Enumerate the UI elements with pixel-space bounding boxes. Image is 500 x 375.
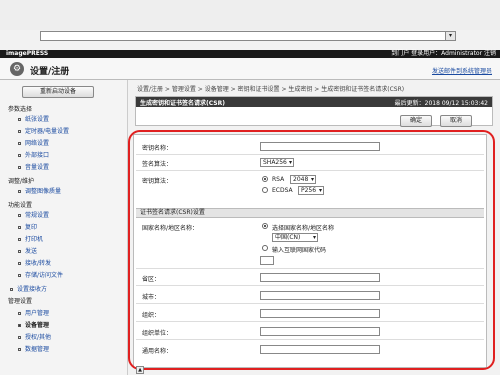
sidebar-item-users[interactable]: 用户管理 [18, 308, 49, 317]
wrench-icon: ⚙ [10, 62, 24, 76]
page-header: ⚙ 设置/注册 发送邮件到系统管理员 [0, 58, 500, 80]
address-bar[interactable] [40, 31, 456, 41]
sidebar-item-data[interactable]: 数据管理 [18, 344, 49, 353]
sidebar-item-volume[interactable]: 音量设置 [18, 162, 49, 171]
bullet-icon [18, 190, 21, 193]
sidebar-item-general[interactable]: 常规设置 [18, 210, 49, 219]
panel-header: 生成密钥和证书签名请求(CSR) 最后更新：2018 09/12 15:03:4… [136, 97, 492, 107]
ok-button[interactable]: 确定 [400, 115, 432, 127]
sidebar-item-destination[interactable]: 设置接收方 [10, 284, 47, 293]
sidebar-section-preferences: 参数选择 [8, 106, 33, 113]
sidebar-item-network[interactable]: 网络设置 [18, 138, 49, 147]
bullet-icon [18, 324, 21, 327]
sidebar-item-timer[interactable]: 定时器/电量设置 [18, 126, 69, 135]
sidebar-item-license[interactable]: 授权/其他 [18, 332, 51, 341]
portal-link[interactable]: 到门户 [391, 50, 409, 57]
sidebar-section-adjust: 调整/维护 [8, 178, 35, 185]
bullet-icon [18, 250, 21, 253]
cancel-button[interactable]: 取消 [440, 115, 472, 127]
panel-title: 生成密钥和证书签名请求(CSR) [140, 100, 225, 107]
sidebar-section-function: 功能设置 [8, 202, 33, 209]
user-label: 登录用户：Administrator [411, 50, 483, 57]
bullet-icon [18, 214, 21, 217]
sidebar-item-send[interactable]: 发送 [18, 246, 37, 255]
bullet-icon [18, 262, 21, 265]
last-updated: 最后更新：2018 09/12 15:03:42 [394, 100, 488, 107]
mail-admin-link[interactable]: 发送邮件到系统管理员 [432, 66, 492, 75]
bullet-icon [18, 348, 21, 351]
sidebar-item-receive[interactable]: 接收/转发 [18, 258, 51, 267]
bullet-icon [18, 154, 21, 157]
sidebar-item-storage[interactable]: 存储/访问文件 [18, 270, 63, 279]
page-top-icon[interactable]: ▲ [136, 366, 144, 374]
bullet-icon [18, 142, 21, 145]
sidebar-item-image-quality[interactable]: 调整图像质量 [18, 186, 61, 195]
browser-chrome [0, 0, 500, 30]
bullet-icon [10, 288, 13, 291]
breadcrumb: 设置/注册 > 管理设置 > 设备管理 > 密钥和证书设置 > 生成密钥 > 生… [137, 86, 405, 93]
bullet-icon [18, 130, 21, 133]
highlight-outline [128, 130, 495, 370]
brand-logo: imagePRESS [6, 50, 49, 57]
bullet-icon [18, 336, 21, 339]
bullet-icon [18, 118, 21, 121]
bullet-icon [18, 238, 21, 241]
address-dropdown-button[interactable]: ▾ [445, 31, 456, 41]
restart-device-button[interactable]: 重新启动设备 [22, 86, 94, 98]
top-bar: imagePRESS 到门户 登录用户：Administrator 注销 [0, 50, 500, 58]
sidebar-item-paper[interactable]: 纸张设置 [18, 114, 49, 123]
bullet-icon [18, 274, 21, 277]
sidebar: 重新启动设备 参数选择 纸张设置 定时器/电量设置 网络设置 外部接口 音量设置… [0, 80, 128, 375]
bullet-icon [18, 166, 21, 169]
sidebar-item-device-management[interactable]: 设备管理 [18, 320, 49, 329]
sidebar-item-interface[interactable]: 外部接口 [18, 150, 49, 159]
page-title: 设置/注册 [30, 67, 70, 77]
sidebar-section-management: 管理设置 [8, 298, 33, 305]
bullet-icon [18, 226, 21, 229]
bullet-icon [18, 312, 21, 315]
user-info: 到门户 登录用户：Administrator 注销 [391, 50, 496, 58]
sidebar-item-printer[interactable]: 打印机 [18, 234, 43, 243]
logout-link[interactable]: 注销 [484, 50, 496, 57]
sidebar-item-copy[interactable]: 复印 [18, 222, 37, 231]
